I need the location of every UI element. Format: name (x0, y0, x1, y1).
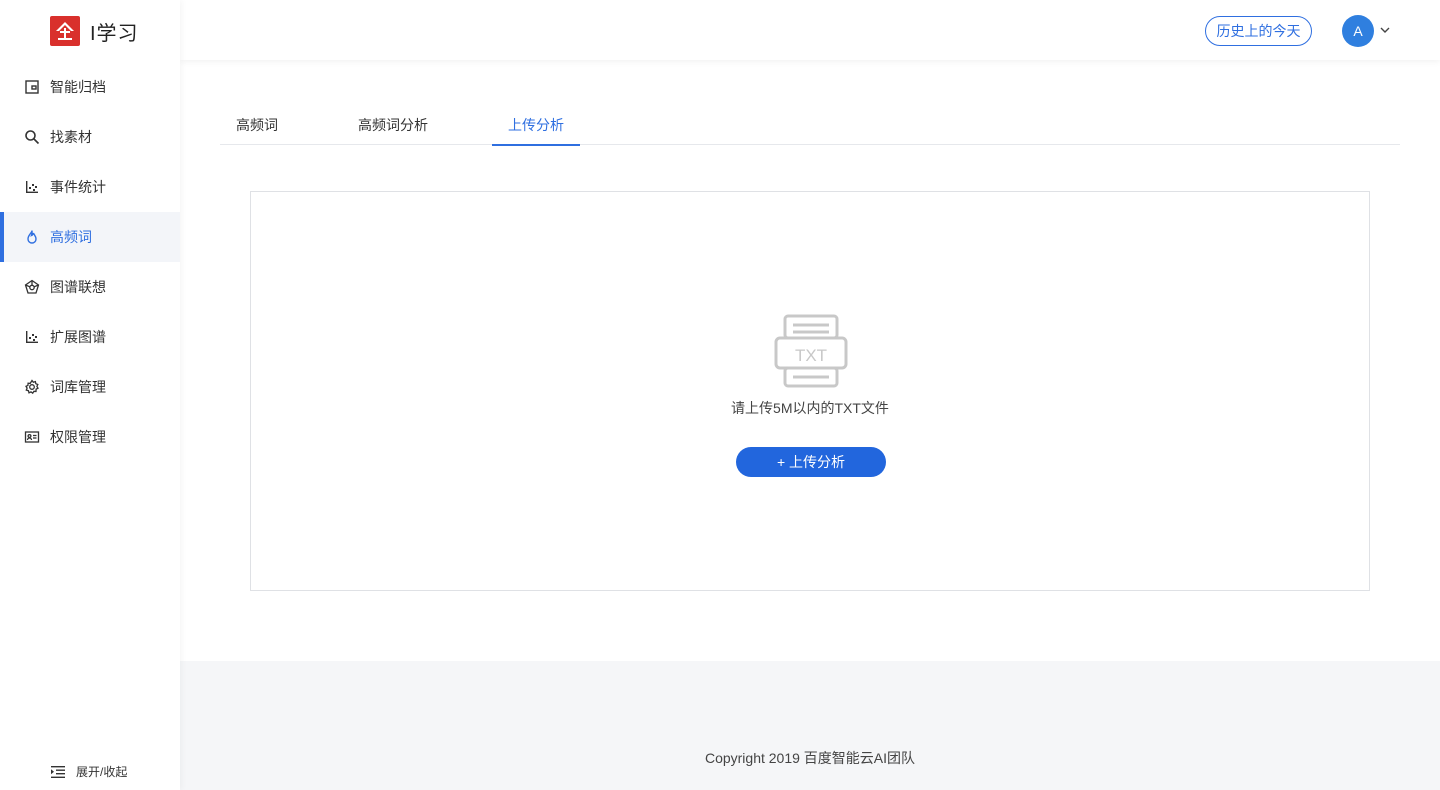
svg-text:TXT: TXT (795, 346, 827, 365)
upload-analysis-button[interactable]: + 上传分析 (736, 447, 886, 477)
main-content: 高频词 高频词分析 上传分析 TXT 请上传5M以内的TXT文件 + 上传分析 (180, 60, 1440, 661)
top-header: 历史上的今天 A (180, 0, 1440, 60)
sidebar-item-lexicon-management[interactable]: 词库管理 (0, 362, 180, 412)
sidebar-item-graph-association[interactable]: 图谱联想 (0, 262, 180, 312)
collapse-label: 展开/收起 (76, 765, 128, 779)
sidebar-item-extended-graph[interactable]: 扩展图谱 (0, 312, 180, 362)
scatter-chart-icon (24, 329, 40, 345)
sidebar-item-label: 找素材 (50, 129, 92, 145)
sidebar-item-label: 智能归档 (50, 79, 106, 95)
upload-hint: 请上传5M以内的TXT文件 (731, 400, 889, 416)
sidebar-item-permission-management[interactable]: 权限管理 (0, 412, 180, 462)
tab-bar: 高频词 高频词分析 上传分析 (220, 104, 1400, 146)
sidebar-item-label: 高频词 (50, 229, 92, 245)
collapse-toggle[interactable]: 展开/收起 (50, 763, 127, 780)
app-name: I学习 (90, 22, 139, 45)
sidebar: I学习 智能归档 找素材 事件统计 高频词 图谱联想 扩展图谱 词库管理 权限管… (0, 0, 180, 790)
sidebar-item-high-frequency[interactable]: 高频词 (0, 212, 180, 262)
graph-icon (24, 279, 40, 295)
app-logo-icon (50, 16, 80, 46)
sidebar-item-label: 权限管理 (50, 429, 106, 445)
flame-icon (24, 229, 40, 245)
indent-icon (51, 765, 65, 778)
sidebar-item-archive[interactable]: 智能归档 (0, 62, 180, 112)
id-card-icon (24, 429, 40, 445)
archive-icon (24, 79, 40, 95)
sidebar-item-find-material[interactable]: 找素材 (0, 112, 180, 162)
search-icon (24, 129, 40, 145)
sidebar-nav: 智能归档 找素材 事件统计 高频词 图谱联想 扩展图谱 词库管理 权限管理 (0, 62, 180, 462)
tab-high-frequency-words[interactable]: 高频词 (220, 104, 294, 145)
footer: Copyright 2019 百度智能云AI团队 (180, 661, 1440, 790)
copyright-text: Copyright 2019 百度智能云AI团队 (704, 750, 916, 766)
sidebar-item-label: 词库管理 (50, 379, 106, 395)
sidebar-item-label: 扩展图谱 (50, 329, 106, 345)
scatter-chart-icon (24, 179, 40, 195)
txt-file-icon: TXT (774, 314, 848, 388)
sidebar-item-event-stats[interactable]: 事件统计 (0, 162, 180, 212)
gear-icon (24, 379, 40, 395)
tab-high-frequency-analysis[interactable]: 高频词分析 (336, 104, 450, 145)
avatar[interactable]: A (1342, 15, 1374, 47)
tab-upload-analysis[interactable]: 上传分析 (492, 104, 580, 146)
brand[interactable]: I学习 (0, 0, 180, 62)
upload-panel: TXT 请上传5M以内的TXT文件 + 上传分析 (250, 191, 1370, 591)
chevron-down-icon[interactable] (1380, 26, 1390, 34)
sidebar-item-label: 事件统计 (50, 179, 106, 195)
sidebar-item-label: 图谱联想 (50, 279, 106, 295)
history-today-button[interactable]: 历史上的今天 (1205, 16, 1312, 46)
